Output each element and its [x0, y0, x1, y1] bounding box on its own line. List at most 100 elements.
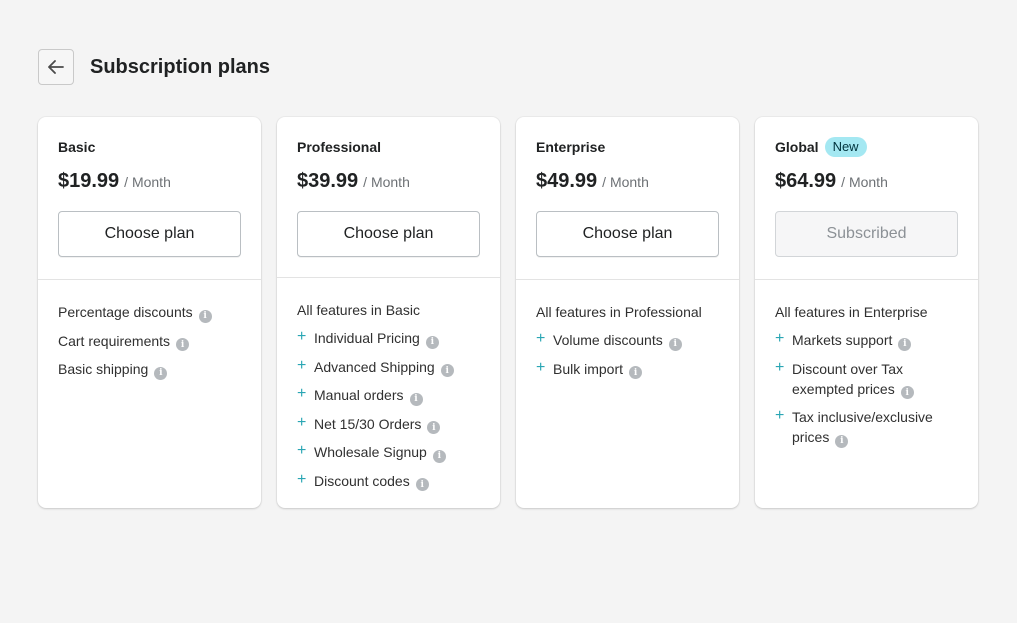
- plan-features: All features in Enterprise + Markets suppo…: [755, 280, 978, 476]
- info-icon[interactable]: i: [668, 337, 682, 351]
- plus-icon: +: [775, 330, 785, 347]
- plan-card-basic: Basic $19.99/ Month Choose plan Percentage …: [38, 117, 261, 508]
- plan-name: Basic: [58, 139, 96, 155]
- price-row: $39.99/ Month: [297, 170, 480, 193]
- plus-icon: +: [297, 356, 307, 374]
- info-icon[interactable]: i: [900, 386, 914, 399]
- feature-label: Individual Pricing: [314, 330, 420, 346]
- feature-label: Discount codes: [314, 472, 410, 489]
- plan-cards: Basic $19.99/ Month Choose plan Percentage …: [38, 117, 978, 508]
- plan-price: $49.99: [536, 170, 598, 192]
- choose-plan-button[interactable]: Choose plan: [536, 211, 719, 257]
- feature-item: + Wholesale Signup i: [297, 442, 480, 463]
- feature-label: Tax inclusive/exclusive prices: [792, 409, 933, 445]
- feature-item: + Manual orders i: [297, 385, 480, 406]
- feature-text-wrap: Discount codes i: [314, 471, 429, 491]
- plan-card-header: Basic $19.99/ Month Choose plan: [38, 117, 261, 280]
- choose-plan-button[interactable]: Choose plan: [58, 211, 241, 257]
- feature-label: Markets support: [792, 332, 893, 348]
- plus-icon: +: [536, 358, 546, 376]
- plan-card-header: Professional $39.99/ Month Choose plan: [277, 117, 500, 278]
- choose-plan-button[interactable]: Choose plan: [297, 211, 480, 257]
- feature-text-wrap: Cart requirements i: [58, 331, 190, 351]
- plan-card-enterprise: Enterprise $49.99/ Month Choose plan All fe…: [516, 117, 739, 508]
- plus-icon: +: [536, 330, 546, 347]
- feature-item: + Markets support i: [775, 330, 958, 351]
- feature-text-wrap: Percentage discounts i: [58, 302, 212, 323]
- plan-name: Enterprise: [536, 139, 606, 155]
- arrow-left-icon: [48, 60, 64, 74]
- feature-item: + Bulk import i: [536, 358, 719, 379]
- back-button[interactable]: [38, 49, 74, 85]
- feature-item: + Individual Pricing i: [297, 328, 480, 349]
- feature-label: Discount over Tax exempted prices: [792, 360, 904, 397]
- plan-price: $39.99: [297, 170, 359, 192]
- feature-text-wrap: Basic shipping i: [58, 359, 168, 380]
- page-header: Subscription plans: [38, 49, 270, 85]
- feature-text-wrap: Volume discounts i: [553, 330, 682, 351]
- plan-period: / Month: [841, 174, 888, 190]
- feature-label: Basic shipping: [58, 361, 149, 377]
- price-row: $49.99/ Month: [536, 170, 719, 193]
- info-icon[interactable]: i: [425, 335, 439, 349]
- features-intro: All features in Basic: [297, 302, 420, 318]
- info-icon[interactable]: i: [440, 364, 454, 377]
- info-icon[interactable]: i: [409, 392, 423, 406]
- price-row: $64.99/ Month: [775, 170, 958, 193]
- info-icon[interactable]: i: [176, 338, 190, 351]
- plan-period: / Month: [124, 174, 171, 190]
- feature-label: Advanced Shipping: [314, 358, 435, 375]
- plan-card-global: Global New $64.99/ Month Subscribed All feat…: [755, 117, 978, 508]
- feature-text-wrap: Individual Pricing i: [314, 328, 439, 349]
- feature-item: Basic shipping i: [58, 359, 241, 380]
- new-badge: New: [824, 137, 867, 157]
- plan-card-professional: Professional $39.99/ Month Choose plan All …: [277, 117, 500, 508]
- plus-icon: +: [775, 358, 785, 376]
- feature-item: Percentage discounts i: [58, 302, 241, 323]
- info-icon[interactable]: i: [898, 337, 912, 351]
- plan-name: Professional: [297, 139, 382, 155]
- feature-item: + Discount over Tax exempted prices i: [775, 358, 958, 399]
- plan-price: $19.99: [58, 170, 120, 192]
- feature-label: Net 15/30 Orders: [314, 415, 422, 432]
- feature-item: + Tax inclusive/exclusive prices i: [775, 407, 958, 448]
- feature-text-wrap: Markets support i: [792, 330, 912, 351]
- feature-label: Volume discounts: [553, 332, 663, 348]
- feature-text-wrap: Manual orders i: [314, 385, 423, 406]
- plan-features: Percentage discounts i Cart requirements i B…: [38, 280, 261, 408]
- plan-name-row: Basic: [58, 137, 241, 157]
- plus-icon: +: [297, 442, 307, 459]
- price-row: $19.99/ Month: [58, 170, 241, 193]
- plus-icon: +: [297, 385, 307, 402]
- feature-item: + Net 15/30 Orders i: [297, 413, 480, 434]
- plan-features: All features in Professional + Volume disc…: [516, 280, 739, 407]
- info-icon[interactable]: i: [427, 421, 441, 434]
- plus-icon: +: [297, 413, 307, 431]
- plus-icon: +: [775, 407, 785, 424]
- feature-text-wrap: Net 15/30 Orders i: [314, 414, 441, 434]
- feature-text-wrap: Wholesale Signup i: [314, 442, 446, 463]
- info-icon[interactable]: i: [835, 434, 849, 448]
- info-icon[interactable]: i: [432, 449, 446, 463]
- feature-item: + Advanced Shipping i: [297, 356, 480, 377]
- features-intro: All features in Enterprise: [775, 304, 928, 320]
- plan-name: Global: [775, 139, 819, 155]
- feature-item: + Discount codes i: [297, 470, 480, 491]
- subscribed-button: Subscribed: [775, 211, 958, 257]
- plan-name-row: Global New: [775, 137, 958, 157]
- feature-item: Cart requirements i: [58, 331, 241, 351]
- info-icon[interactable]: i: [629, 366, 643, 379]
- feature-text-wrap: Discount over Tax exempted prices i: [792, 359, 958, 399]
- info-icon[interactable]: i: [154, 366, 168, 380]
- info-icon[interactable]: i: [415, 478, 429, 491]
- plus-icon: +: [297, 470, 307, 488]
- info-icon[interactable]: i: [198, 309, 212, 323]
- plan-card-header: Enterprise $49.99/ Month Choose plan: [516, 117, 739, 280]
- feature-label: Cart requirements: [58, 332, 171, 349]
- plan-name-row: Professional: [297, 137, 480, 157]
- plan-features: All features in Basic + Individual Pricing…: [277, 278, 500, 519]
- plan-period: / Month: [602, 174, 649, 190]
- feature-text-wrap: Tax inclusive/exclusive prices i: [792, 407, 958, 448]
- feature-label: Bulk import: [553, 360, 624, 377]
- features-intro: All features in Professional: [536, 304, 702, 320]
